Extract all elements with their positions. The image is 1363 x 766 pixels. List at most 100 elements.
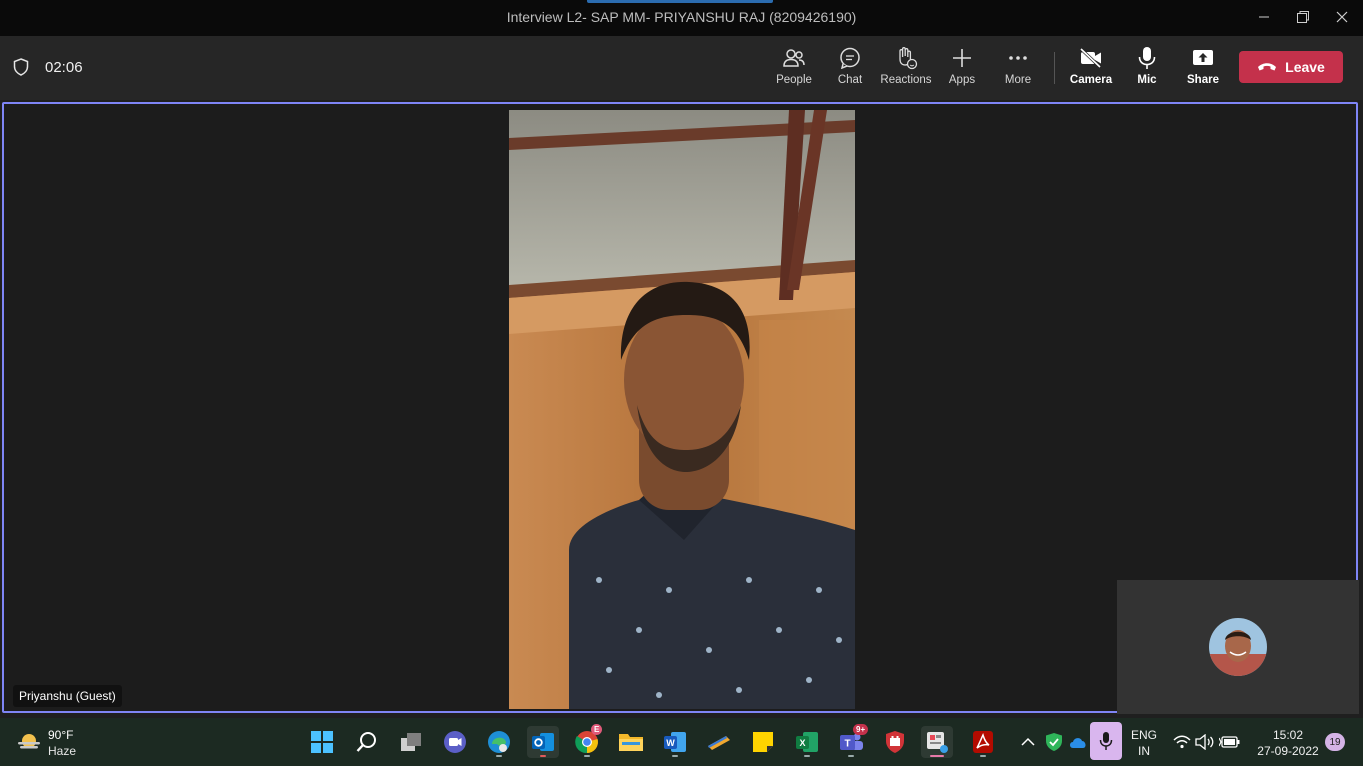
leave-label: Leave <box>1285 59 1325 75</box>
plus-icon <box>949 46 975 70</box>
avatar <box>1209 618 1267 676</box>
language-region: IN <box>1138 744 1150 758</box>
acrobat-icon <box>973 731 993 753</box>
clock-time: 15:02 <box>1272 728 1304 742</box>
sticky-note-icon <box>753 732 773 752</box>
meeting-toolbar: 02:06 People Chat Reactions Apps More Ca… <box>0 36 1363 100</box>
running-indicator <box>672 755 678 757</box>
edge-button[interactable] <box>483 726 515 758</box>
people-label: People <box>776 74 812 86</box>
chat-label: Chat <box>837 74 863 86</box>
battery-button[interactable] <box>1218 726 1242 758</box>
taskbar: 90°F Haze E W X T 9+ ENG IN 15:02 27-09-… <box>0 718 1363 766</box>
defender-tray-button[interactable] <box>1041 726 1067 758</box>
defender-shield-icon <box>1046 733 1062 751</box>
apps-button[interactable]: Apps <box>934 46 990 92</box>
mic-button[interactable]: Mic <box>1119 46 1175 92</box>
window-title: Interview L2- SAP MM- PRIYANSHU RAJ (820… <box>506 9 857 25</box>
word-button[interactable]: W <box>659 726 691 758</box>
chat-button[interactable]: Chat <box>822 46 878 92</box>
running-indicator <box>930 755 944 757</box>
minimize-button[interactable] <box>1251 6 1277 28</box>
microphone-in-use-button[interactable] <box>1090 722 1122 760</box>
participant-name-tag: Priyanshu (Guest) <box>13 685 122 707</box>
task-view-button[interactable] <box>395 726 427 758</box>
language-code: ENG <box>1130 728 1157 742</box>
restore-button[interactable] <box>1290 6 1316 28</box>
app-icon <box>708 736 730 750</box>
teams-chat-button[interactable] <box>439 726 471 758</box>
running-indicator <box>980 755 986 757</box>
search-icon <box>356 732 376 752</box>
app-button[interactable] <box>703 726 735 758</box>
participant-video <box>509 110 855 709</box>
mic-icon <box>1134 46 1160 70</box>
volume-button[interactable] <box>1194 726 1216 758</box>
folder-icon <box>619 734 643 751</box>
reactions-label: Reactions <box>880 74 932 86</box>
chrome-button[interactable]: E <box>571 724 603 758</box>
speaker-icon <box>1195 734 1214 750</box>
reactions-icon <box>893 46 919 70</box>
security-button[interactable] <box>879 726 911 758</box>
weather-condition[interactable]: Haze <box>48 744 76 758</box>
wifi-icon <box>1173 735 1191 749</box>
notification-count-badge[interactable]: 19 <box>1325 733 1345 751</box>
start-button[interactable] <box>306 726 338 758</box>
onedrive-tray-button[interactable] <box>1065 726 1091 758</box>
meeting-timer: 02:06 <box>45 59 83 76</box>
language-indicator[interactable]: ENG IN <box>1128 728 1160 758</box>
more-label: More <box>1004 74 1032 86</box>
teams-button[interactable]: T 9+ <box>835 724 869 758</box>
chrome-badge: E <box>591 724 603 735</box>
svg-text:X: X <box>799 738 805 748</box>
snipping-tool-button[interactable] <box>921 726 953 758</box>
participant-video-frame <box>509 110 855 709</box>
wifi-button[interactable] <box>1171 726 1193 758</box>
people-button[interactable]: People <box>766 46 822 92</box>
mic-label: Mic <box>1137 74 1157 86</box>
chevron-up-icon <box>1021 737 1035 746</box>
running-indicator <box>584 755 590 757</box>
show-hidden-icons-button[interactable] <box>1015 726 1041 758</box>
more-icon <box>1005 46 1031 70</box>
camera-button[interactable]: Camera <box>1063 46 1119 92</box>
snipping-tool-icon <box>927 732 948 753</box>
search-button[interactable] <box>351 726 383 758</box>
excel-button[interactable]: X <box>791 726 823 758</box>
camera-label: Camera <box>1069 74 1113 86</box>
cloud-icon <box>1070 738 1086 748</box>
weather-haze-icon <box>18 734 40 749</box>
leave-button[interactable]: Leave <box>1239 51 1343 83</box>
sticky-notes-button[interactable] <box>747 726 779 758</box>
running-indicator <box>540 755 546 757</box>
shield-icon <box>13 58 29 76</box>
outlook-button[interactable] <box>527 726 559 758</box>
camera-off-icon <box>1078 46 1104 70</box>
clock-date: 27-09-2022 <box>1257 744 1319 758</box>
running-indicator <box>848 755 854 757</box>
teams-badge: 9+ <box>853 724 869 735</box>
hang-up-icon <box>1258 63 1277 71</box>
share-button[interactable]: Share <box>1175 46 1231 92</box>
mic-icon <box>1099 732 1113 750</box>
file-explorer-button[interactable] <box>615 726 647 758</box>
reactions-button[interactable]: Reactions <box>878 46 934 92</box>
clock[interactable]: 15:02 27-09-2022 <box>1250 728 1326 758</box>
share-icon <box>1190 46 1216 70</box>
apps-label: Apps <box>948 74 976 86</box>
svg-text:W: W <box>666 738 675 748</box>
battery-charging-icon <box>1219 736 1240 748</box>
close-window-button[interactable] <box>1329 6 1355 28</box>
weather-temperature[interactable]: 90°F <box>48 728 73 742</box>
title-accent <box>587 0 773 3</box>
self-view-tile[interactable] <box>1117 580 1359 714</box>
close-icon <box>1336 11 1348 23</box>
more-button[interactable]: More <box>990 46 1046 92</box>
outlook-icon <box>532 733 554 751</box>
shield-castle-icon <box>886 731 904 753</box>
chat-icon <box>837 46 863 70</box>
windows-logo-icon <box>311 731 333 753</box>
acrobat-button[interactable] <box>967 726 999 758</box>
excel-icon: X <box>796 732 818 752</box>
